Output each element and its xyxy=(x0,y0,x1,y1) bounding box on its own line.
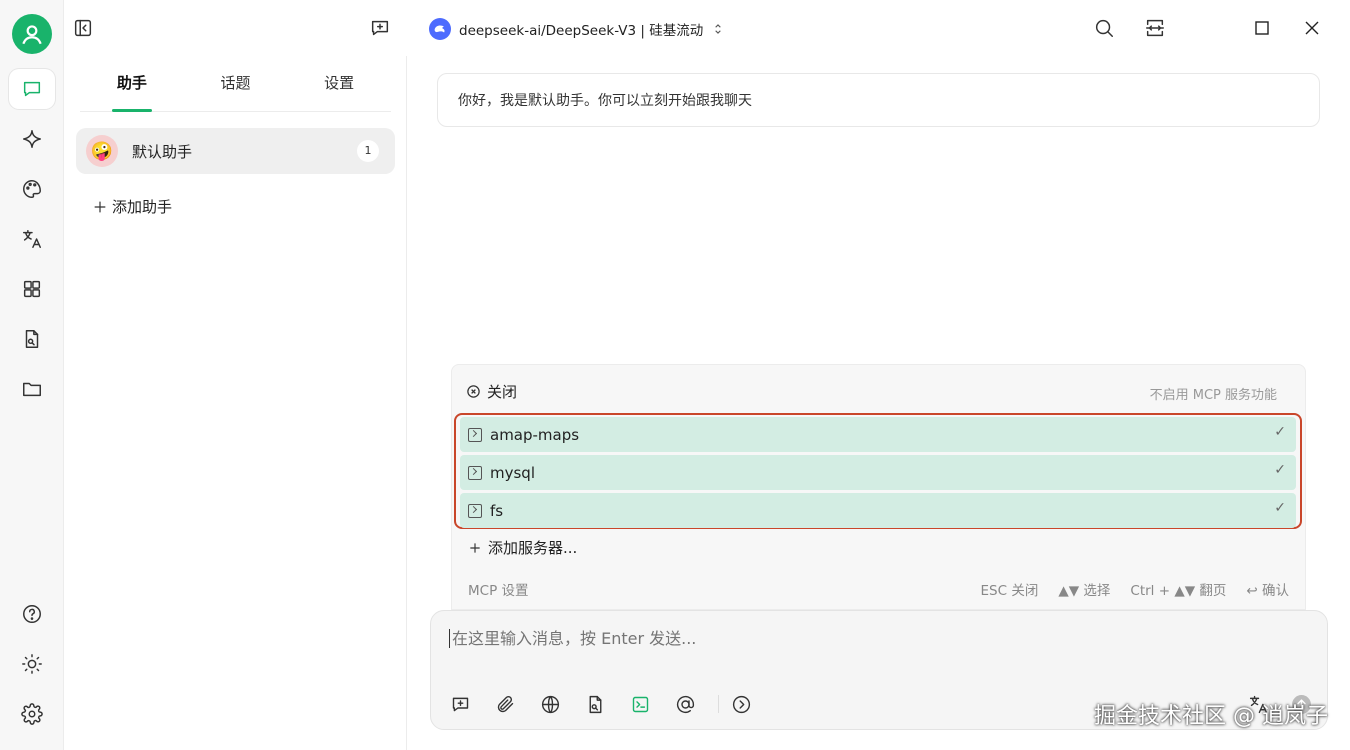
tab-settings[interactable]: 设置 xyxy=(287,56,391,111)
add-server-label: 添加服务器... xyxy=(488,539,578,557)
sidebar-collapse-icon xyxy=(74,19,92,37)
tab-topics[interactable]: 话题 xyxy=(184,56,288,111)
apps-nav-button[interactable] xyxy=(9,269,55,309)
agents-nav-button[interactable] xyxy=(9,119,55,159)
grid-icon xyxy=(23,280,41,298)
mcp-server-item[interactable]: amap-maps ✓ xyxy=(460,417,1296,452)
toolbar-divider xyxy=(718,695,719,713)
page-hint: Ctrl + ▲▼ 翻页 xyxy=(1130,583,1227,599)
mcp-server-name: amap-maps xyxy=(490,425,580,444)
knowledge-nav-button[interactable] xyxy=(9,319,55,359)
terminal-icon xyxy=(632,696,648,712)
search-icon xyxy=(1095,19,1113,37)
mcp-tools-button[interactable] xyxy=(625,689,655,719)
terminal-icon xyxy=(468,427,482,442)
add-assistant-label: 添加助手 xyxy=(112,198,173,216)
new-topic-button[interactable] xyxy=(366,14,394,42)
mcp-close-hint: 不启用 MCP 服务功能 xyxy=(1149,388,1277,403)
new-chat-icon xyxy=(371,20,389,36)
user-icon xyxy=(22,25,42,45)
confirm-hint: ↩ 确认 xyxy=(1246,583,1289,599)
theme-nav-button[interactable] xyxy=(9,644,55,684)
folder-icon xyxy=(23,382,41,397)
mcp-close-label: 关闭 xyxy=(487,383,518,401)
chat-area: 你好，我是默认助手。你可以立刻开始跟我聊天 关闭 不启用 MCP 服务功能 am… xyxy=(407,56,1350,750)
assistant-avatar: 🤪 xyxy=(86,135,118,167)
web-search-button[interactable] xyxy=(535,689,565,719)
chat-nav-button[interactable] xyxy=(9,69,55,109)
check-icon: ✓ xyxy=(1274,500,1286,516)
translate-icon xyxy=(23,230,41,248)
chevron-updown-icon xyxy=(715,24,722,34)
search-button[interactable] xyxy=(1090,14,1118,42)
check-icon: ✓ xyxy=(1274,462,1286,478)
nav-rail xyxy=(0,0,64,750)
deepseek-logo-icon xyxy=(429,18,451,40)
assistant-item-default[interactable]: 🤪 默认助手 1 xyxy=(76,128,395,174)
watermark: 掘金技术社区 @ 逍岚子 xyxy=(1094,704,1328,729)
maximize-icon xyxy=(1255,21,1269,35)
knowledge-base-button[interactable] xyxy=(580,689,610,719)
paint-nav-button[interactable] xyxy=(9,169,55,209)
plus-icon xyxy=(470,542,480,553)
mcp-footer: MCP 设置 ESC 关闭 ▲▼ 选择 Ctrl + ▲▼ 翻页 ↩ 确认 xyxy=(468,579,1289,599)
new-topic-tool-button[interactable] xyxy=(445,689,475,719)
panel-tabs: 助手 话题 设置 xyxy=(80,56,391,112)
sun-icon xyxy=(22,654,42,674)
chevron-right-circle-icon xyxy=(732,695,750,713)
file-search-icon xyxy=(589,695,601,713)
mcp-server-name: fs xyxy=(490,501,504,520)
close-window-button[interactable] xyxy=(1292,10,1332,46)
model-selector[interactable]: deepseek-ai/DeepSeek-V3 | 硅基流动 xyxy=(429,16,725,42)
close-circle-icon xyxy=(467,385,480,398)
select-hint: ▲▼ 选择 xyxy=(1058,583,1111,599)
maximize-button[interactable] xyxy=(1242,10,1282,46)
paperclip-icon xyxy=(497,695,513,712)
model-name: deepseek-ai/DeepSeek-V3 | 硅基流动 xyxy=(459,23,704,39)
assistant-panel: 助手 话题 设置 🤪 默认助手 1 添加助手 xyxy=(64,56,407,750)
mcp-server-item[interactable]: mysql ✓ xyxy=(460,455,1296,490)
close-icon xyxy=(1305,21,1319,35)
mcp-server-list: amap-maps ✓ mysql ✓ fs ✓ xyxy=(454,413,1302,529)
mcp-close-option[interactable]: 关闭 xyxy=(466,381,517,402)
new-chat-icon xyxy=(452,697,468,711)
file-search-icon xyxy=(25,330,39,348)
mcp-popup: 关闭 不启用 MCP 服务功能 amap-maps ✓ mysql ✓ fs ✓ xyxy=(451,364,1306,610)
user-avatar[interactable] xyxy=(12,14,52,54)
more-tools-button[interactable] xyxy=(726,689,756,719)
add-assistant-button[interactable]: 添加助手 xyxy=(92,196,172,217)
terminal-icon xyxy=(468,503,482,518)
translate-nav-button[interactable] xyxy=(9,219,55,259)
welcome-message: 你好，我是默认助手。你可以立刻开始跟我聊天 xyxy=(437,73,1320,127)
app-window: deepseek-ai/DeepSeek-V3 | 硅基流动 助手 话题 设置 … xyxy=(0,0,1350,750)
files-nav-button[interactable] xyxy=(9,369,55,409)
mcp-server-name: mysql xyxy=(490,463,535,482)
tab-assistants[interactable]: 助手 xyxy=(80,56,184,112)
narrow-mode-button[interactable] xyxy=(1141,14,1169,42)
title-bar: deepseek-ai/DeepSeek-V3 | 硅基流动 xyxy=(64,0,1350,56)
terminal-icon xyxy=(468,465,482,480)
add-server-button[interactable]: 添加服务器... xyxy=(468,537,577,558)
toggle-sidebar-button[interactable] xyxy=(69,14,97,42)
chat-icon xyxy=(23,81,41,97)
settings-nav-button[interactable] xyxy=(9,694,55,734)
globe-icon xyxy=(541,695,559,713)
sparkle-icon xyxy=(23,130,41,148)
palette-icon xyxy=(23,180,41,198)
expand-icon xyxy=(1146,19,1164,37)
esc-hint: ESC 关闭 xyxy=(980,583,1039,599)
mention-model-button[interactable] xyxy=(670,689,700,719)
help-nav-button[interactable] xyxy=(9,594,55,634)
gear-icon xyxy=(21,703,43,725)
plus-icon xyxy=(94,201,106,212)
mcp-server-item[interactable]: fs ✓ xyxy=(460,493,1296,528)
at-icon xyxy=(676,695,694,713)
mcp-settings-link[interactable]: MCP 设置 xyxy=(468,579,529,599)
topic-count-badge: 1 xyxy=(357,140,379,162)
help-icon xyxy=(23,605,41,623)
message-input[interactable] xyxy=(449,629,1149,648)
assistant-name: 默认助手 xyxy=(132,142,193,161)
check-icon: ✓ xyxy=(1274,424,1286,440)
attach-button[interactable] xyxy=(490,689,520,719)
